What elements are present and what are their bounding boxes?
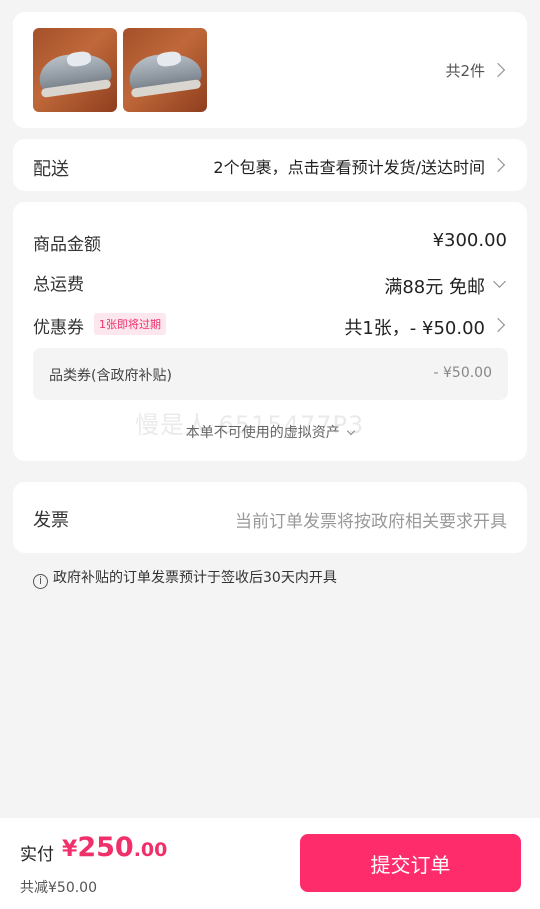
invoice-row[interactable]: 发票 当前订单发票将按政府相关要求开具 — [13, 482, 527, 553]
amount-decimal: .00 — [133, 839, 168, 861]
goods-amount-value: ¥300.00 — [432, 230, 507, 251]
invoice-note: i 政府补贴的订单发票预计于签收后30天内开具 — [33, 567, 337, 589]
category-coupon-row: 品类券(含政府补贴) - ¥50.00 — [33, 348, 508, 400]
amounts-card: 商品金额 ¥300.00 总运费 满88元 免邮 优惠券 1张即将过期 共1张，… — [13, 202, 527, 461]
category-coupon-label: 品类券(含政府补贴) — [49, 368, 172, 384]
item-count: 共2件 — [445, 62, 485, 80]
invoice-note-text: 政府补贴的订单发票预计于签收后30天内开具 — [53, 570, 337, 586]
info-icon: i — [33, 574, 48, 589]
chevron-right-icon[interactable] — [490, 62, 506, 78]
shipping-label: 总运费 — [33, 275, 84, 295]
discount-total: 共减¥50.00 — [20, 880, 97, 896]
chevron-right-icon[interactable] — [490, 157, 506, 173]
category-coupon-value: - ¥50.00 — [433, 365, 493, 381]
checkout-bar: 实付 ¥250.00 共减¥50.00 提交订单 — [0, 818, 540, 909]
chevron-down-icon[interactable] — [493, 275, 506, 288]
chevron-right-icon[interactable] — [490, 317, 506, 333]
amount-integer: 250 — [77, 832, 134, 863]
goods-amount-label: 商品金额 — [33, 235, 101, 255]
pay-amount: ¥250.00 — [62, 832, 167, 863]
delivery-label: 配送 — [33, 159, 69, 180]
coupon-value[interactable]: 共1张，- ¥50.00 — [344, 314, 485, 340]
coupon-expiring-badge: 1张即将过期 — [94, 313, 166, 335]
delivery-row[interactable]: 配送 2个包裹，点击查看预计发货/送达时间 — [13, 139, 527, 191]
currency-symbol: ¥ — [62, 837, 78, 862]
pay-label: 实付 — [20, 845, 54, 865]
shipping-value[interactable]: 满88元 免邮 — [384, 273, 485, 299]
submit-order-button[interactable]: 提交订单 — [300, 834, 521, 892]
delivery-info[interactable]: 2个包裹，点击查看预计发货/送达时间 — [213, 154, 485, 178]
virtual-assets-text: 本单不可使用的虚拟资产 — [185, 425, 340, 441]
invoice-label: 发票 — [33, 510, 69, 531]
invoice-value: 当前订单发票将按政府相关要求开具 — [235, 512, 507, 532]
products-card[interactable]: 共2件 — [13, 12, 527, 128]
chevron-down-icon — [346, 426, 356, 436]
product-thumbnail[interactable] — [33, 28, 117, 112]
product-thumbnail[interactable] — [123, 28, 207, 112]
coupon-label: 优惠券 — [33, 318, 84, 338]
virtual-assets-toggle[interactable]: 本单不可使用的虚拟资产 — [13, 422, 527, 442]
